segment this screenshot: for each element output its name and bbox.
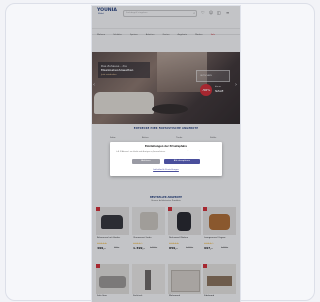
consent-title: Einstellungen der Privatsphäre <box>145 145 187 148</box>
consent-body: Wir verwenden Cookies und ähnliche Techn… <box>116 150 215 153</box>
deny-button[interactable]: Ablehnen <box>132 159 160 164</box>
website-screenshot: YOUNIA Möbel Suchbegriff eingeben ⌕ ♡ ☺ … <box>92 6 240 302</box>
consent-dialog: Einstellungen der Privatsphäre Wir verwe… <box>110 142 222 176</box>
individual-settings-link[interactable]: Individuelle Einstellungen <box>110 169 222 171</box>
deny-button-label: Ablehnen <box>141 160 151 163</box>
accept-all-button[interactable]: Alle akzeptieren <box>164 159 200 164</box>
accept-button-label: Alle akzeptieren <box>173 160 191 163</box>
